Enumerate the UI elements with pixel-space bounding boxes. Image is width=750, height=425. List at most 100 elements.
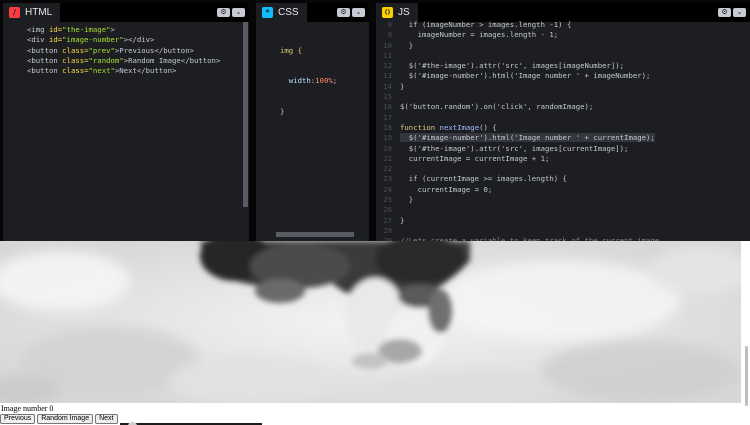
line-number: 14 [383,81,392,91]
js-code-line: 15 [376,92,750,102]
js-function-name: nextImage [439,122,480,132]
html-attr-value: "random" [88,55,124,65]
js-code-text: if (currentImage >= images.length) { [400,174,567,184]
html-attr: class= [62,45,89,55]
line-number: 20 [383,143,392,153]
settings-gear-icon[interactable]: ⚙ [217,8,230,17]
js-code-area[interactable]: 8 if (imageNumber > images.length -1) {9… [376,20,750,241]
html-attr-value: "the-image" [62,25,111,34]
js-code-line: 12 $('#the-image').attr('src', images[im… [376,61,750,71]
js-code-line: 25 } [376,195,750,205]
js-code-line: 13 $('#image-number').html('Image number… [376,71,750,81]
html-text: Random Image [128,55,181,65]
css-close-brace: } [280,107,285,117]
html-code-line: <button class="prev">Previous</button> [3,46,249,56]
js-code-line: 27} [376,216,750,226]
line-number: 26 [383,205,392,215]
tab-js-label: JS [398,7,410,18]
tab-css[interactable]: * CSS [256,3,307,22]
line-number: 21 [383,153,392,163]
line-number: 24 [383,184,392,194]
js-code-text: } [400,40,414,50]
js-code-text: if (imageNumber > images.length -1) { [400,20,572,29]
js-code-line: 9 imageNumber = images.length - 1; [376,30,750,40]
line-number: 28 [383,225,392,235]
js-code-text: $('#image-number').html('Image number ' … [400,71,651,81]
html-attr: class= [62,66,89,76]
js-code-text: } [400,81,405,91]
html-close-tag: </button> [180,55,221,65]
js-code-line: 21 currentImage = currentImage + 1; [376,154,750,164]
html-tag: <button [27,55,63,65]
line-number: 13 [383,71,392,81]
css-semicolon: ; [332,76,338,86]
css-badge-icon: * [262,7,273,18]
js-code-text: () { [479,122,497,132]
button-row: Previous Random Image Next [0,414,118,424]
result-preview: Image number 0 Previous Random Image Nex… [0,241,750,425]
chevron-down-icon[interactable]: ⌄ [232,8,245,17]
tab-html-label: HTML [25,7,53,18]
css-property: width: [288,76,316,86]
line-number: 19 [383,133,392,143]
code-editor: / HTML ⚙ ⌄ <img id="the-image"> <div id="… [0,0,750,241]
chevron-down-icon[interactable]: ⌄ [733,8,746,17]
page-vertical-scrollbar[interactable] [745,346,748,406]
next-button[interactable]: Next [95,414,118,424]
previous-button[interactable]: Previous [0,414,36,424]
js-badge-icon: () [382,7,393,18]
html-code-line: <img id="the-image"> [3,25,249,35]
random-image-button[interactable]: Random Image [37,414,94,424]
line-number: 16 [383,102,392,112]
line-number: 9 [387,30,392,40]
line-number: 27 [383,215,392,225]
css-code-area[interactable]: img { width:100%; } [256,25,369,138]
html-close-tag: </div> [128,35,155,45]
settings-gear-icon[interactable]: ⚙ [718,8,731,17]
js-code-line: 16 $('button.random').on('click', randomI… [376,102,750,112]
tab-css-label: CSS [278,7,299,18]
html-panel: / HTML ⚙ ⌄ <img id="the-image"> <div id="… [3,3,249,241]
line-number: 22 [383,164,392,174]
line-number: 25 [383,195,392,205]
the-image [0,241,741,403]
html-vertical-scrollbar[interactable] [243,22,248,207]
js-code-text: $('#the-image').attr('src', images[curre… [400,143,629,153]
js-code-line: 14} [376,82,750,92]
css-horizontal-scrollbar[interactable] [276,232,354,237]
html-tag: <button [27,45,63,55]
js-code-line: 28 [376,226,750,236]
line-number: 17 [383,112,392,122]
js-code-text: $('#image-number').html('Image number ' … [400,133,655,143]
line-number: 18 [383,122,392,132]
html-attr-value: "next" [88,66,115,76]
js-code-line: 19 $('#image-number').html('Image number… [376,133,750,143]
html-close-tag: </button> [154,45,194,55]
js-code-line: 26 [376,205,750,215]
html-attr-value: "prev" [88,45,115,55]
js-code-line: 11 [376,51,750,61]
js-code-line: 18 function nextImage() { [376,123,750,133]
js-code-text: currentImage = currentImage + 1; [400,153,550,163]
js-code-line: 20 $('#the-image').attr('src', images[cu… [376,144,750,154]
css-panel-header: * CSS ⚙ ⌄ [256,3,369,22]
html-tag: <button [27,66,63,76]
js-code-line: 23 if (currentImage >= images.length) { [376,174,750,184]
line-number: 11 [383,50,392,60]
html-close-tag: </button> [136,66,177,76]
js-keyword: function [400,122,440,132]
js-code-line: 22 [376,164,750,174]
js-code-line: 24 currentImage = 0; [376,185,750,195]
html-code-area[interactable]: <img id="the-image"> <div id="image-numbe… [3,25,249,76]
html-attr: id= [48,25,63,34]
html-attr: id= [48,35,63,45]
line-number: 8 [387,20,392,29]
tab-html[interactable]: / HTML [3,3,61,22]
js-code-text: $('button.random').on('click', randomIma… [400,102,594,112]
line-number: 23 [383,174,392,184]
js-code-text: } [400,195,414,205]
js-panel: () JS ⚙ ⌄ 8 if (imageNumber > images.len… [376,3,750,241]
image-number: Image number 0 [1,404,54,413]
settings-gear-icon[interactable]: ⚙ [337,8,350,17]
chevron-down-icon[interactable]: ⌄ [352,8,365,17]
